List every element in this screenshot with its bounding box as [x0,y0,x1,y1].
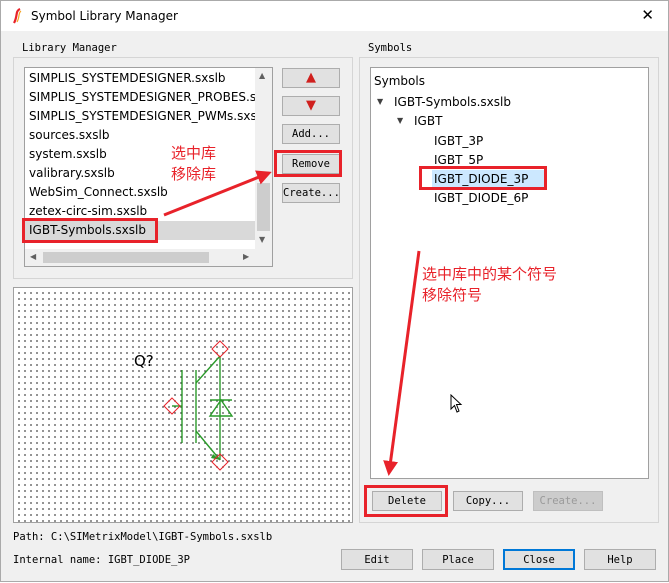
tree-category-node[interactable]: IGBT [414,112,442,130]
place-button[interactable]: Place [422,549,494,570]
scroll-left-arrow-icon[interactable]: ◀ [30,252,36,261]
tree-header: Symbols [374,74,425,88]
annotation-line: 选中库 [171,144,217,162]
add-library-button[interactable]: Add... [282,124,340,144]
window-title: Symbol Library Manager [31,9,178,23]
internal-name-label: Internal name: IGBT_DIODE_3P [13,554,191,566]
expand-chevron-icon[interactable]: ▼ [397,116,403,125]
tree-symbol-item[interactable]: IGBT_3P [434,132,483,150]
library-list-item[interactable]: valibrary.sxslb [29,164,115,183]
scroll-down-arrow-icon[interactable]: ▼ [259,235,265,244]
tree-symbol-item[interactable]: IGBT_DIODE_6P [434,189,528,207]
horizontal-scroll-thumb[interactable] [43,252,209,263]
library-list-item[interactable]: WebSim_Connect.sxslb [29,183,168,202]
library-list-vertical-scrollbar[interactable]: ▲ ▼ [255,68,272,249]
library-list-item[interactable]: SIMPLIS_SYSTEMDESIGNER_PROBES.sxslb [29,88,272,107]
scroll-corner [255,249,272,266]
edit-button[interactable]: Edit [341,549,413,570]
library-list-item[interactable]: SIMPLIS_SYSTEMDESIGNER_PWMs.sxslb [29,107,268,126]
annotation-text-remove-library: 选中库 移除库 [171,143,216,185]
annotation-line: 选中库中的某个符号 [422,265,558,283]
close-window-icon[interactable]: ✕ [641,6,654,24]
library-list-item[interactable]: SIMPLIS_SYSTEMDESIGNER.sxslb [29,69,226,88]
library-list-item[interactable]: sources.sxslb [29,126,109,145]
move-down-button[interactable]: ▼ [282,96,340,116]
tree-library-node[interactable]: IGBT-Symbols.sxslb [394,93,511,111]
annotation-highlight-library [22,218,158,243]
library-list-horizontal-scrollbar[interactable]: ◀ ▶ [25,249,272,266]
title-bar[interactable]: Symbol Library Manager ✕ [1,1,668,31]
symbol-library-manager-window: Symbol Library Manager ✕ Library Manager… [0,0,669,582]
symbols-group-title: Symbols [368,42,413,54]
mouse-cursor-icon [450,394,463,413]
vertical-scroll-thumb[interactable] [257,183,270,231]
library-manager-group-title: Library Manager [22,42,117,54]
annotation-highlight-symbol [419,166,547,190]
annotation-highlight-remove [274,150,342,177]
library-list-item[interactable]: system.sxslb [29,145,107,164]
annotation-text-remove-symbol: 选中库中的某个符号 移除符号 [422,264,557,306]
annotation-line: 移除库 [171,165,217,183]
create-library-button[interactable]: Create... [282,183,340,203]
help-button[interactable]: Help [584,549,656,570]
annotation-highlight-delete [364,485,448,517]
symbol-preview: Q? [13,287,353,523]
close-button[interactable]: Close [503,549,575,570]
simetrix-app-icon [13,8,22,24]
path-label: Path: C:\SIMetrixModel\IGBT-Symbols.sxsl… [13,531,273,543]
create-symbol-button: Create... [533,491,603,511]
move-up-button[interactable]: ▲ [282,68,340,88]
expand-chevron-icon[interactable]: ▼ [377,97,383,106]
scroll-up-arrow-icon[interactable]: ▲ [259,71,265,80]
scroll-right-arrow-icon[interactable]: ▶ [243,252,249,261]
copy-symbol-button[interactable]: Copy... [453,491,523,511]
annotation-line: 移除符号 [422,286,483,304]
igbt-diode-symbol-graphic [163,340,234,471]
